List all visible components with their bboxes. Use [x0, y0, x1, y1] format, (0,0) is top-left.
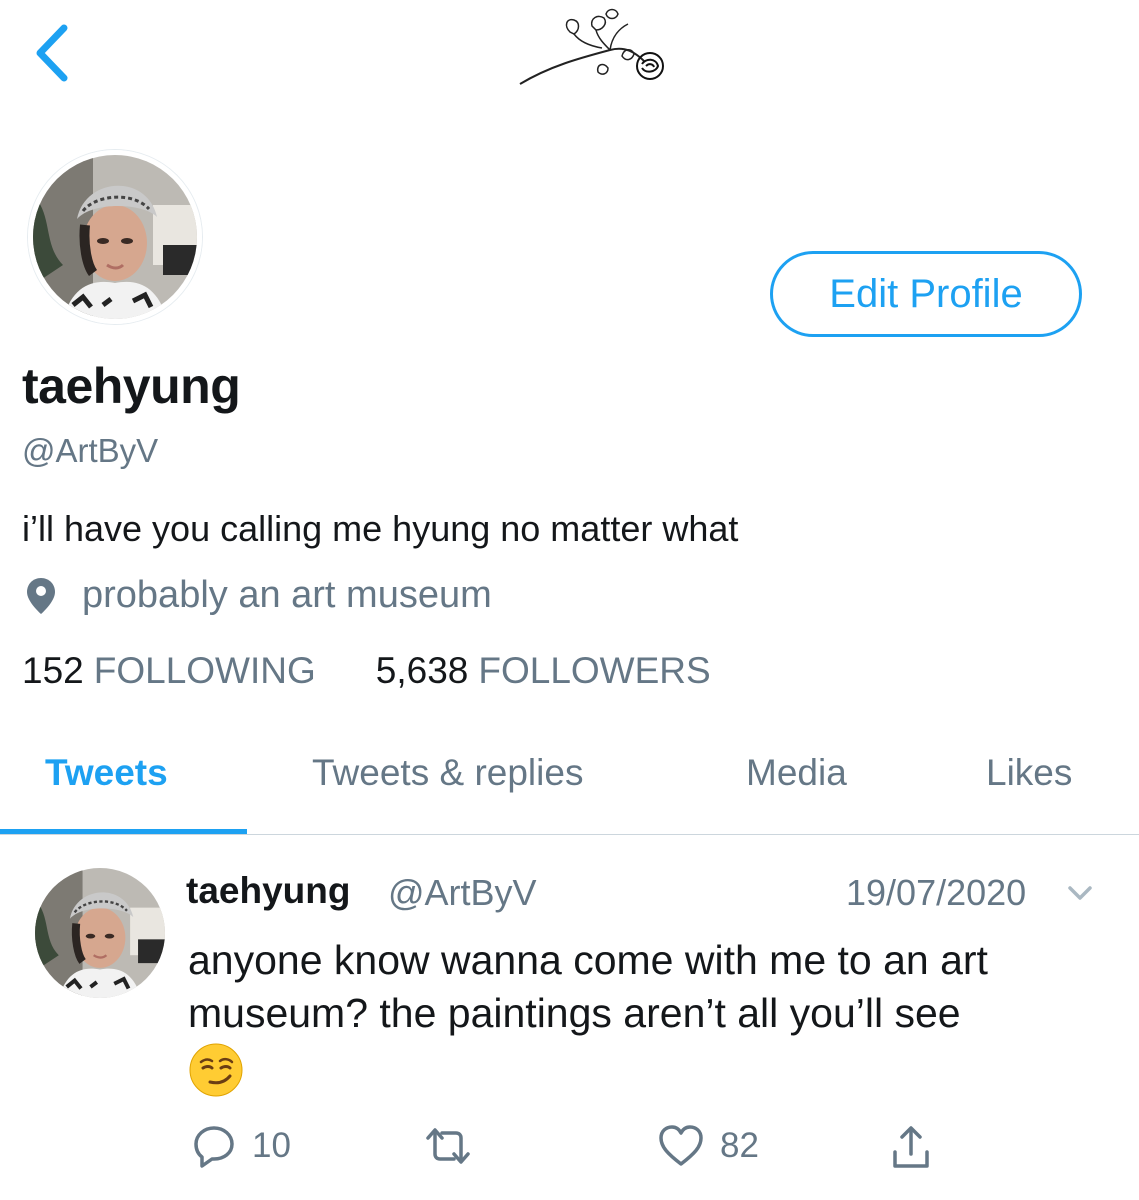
tweet-author-name[interactable]: taehyung	[186, 870, 350, 912]
tab-media[interactable]: Media	[746, 752, 847, 794]
tab-likes[interactable]: Likes	[986, 752, 1072, 794]
following-label: FOLLOWING	[93, 650, 316, 691]
tweet-text: anyone know wanna come with me to an art…	[188, 937, 988, 1036]
profile-location: probably an art museum	[22, 574, 492, 617]
smirking-face-emoji	[188, 1042, 244, 1098]
followers-count: 5,638	[375, 650, 469, 691]
chevron-down-icon	[1068, 886, 1092, 900]
followers-label: FOLLOWERS	[478, 650, 711, 691]
profile-bio: i’ll have you calling me hyung no matter…	[22, 508, 739, 549]
heart-icon	[659, 1125, 703, 1166]
profile-avatar[interactable]	[28, 150, 202, 324]
rose-sketch-decoration	[510, 6, 675, 94]
following-count: 152	[22, 650, 84, 691]
reply-icon	[194, 1126, 234, 1168]
following-stat[interactable]: 152 FOLLOWING	[22, 650, 316, 692]
reply-button[interactable]: 10	[192, 1124, 291, 1168]
profile-tabs: Tweets Tweets & replies Media Likes	[0, 730, 1139, 835]
tweet-menu-button[interactable]	[1062, 878, 1098, 908]
profile-handle: @ArtByV	[22, 432, 159, 469]
tab-tweets-replies[interactable]: Tweets & replies	[312, 752, 583, 794]
tweet-author-handle: @ArtByV	[388, 872, 537, 913]
back-button[interactable]	[28, 22, 80, 84]
reply-count: 10	[252, 1126, 291, 1165]
tab-tweets[interactable]: Tweets	[45, 752, 168, 794]
share-button[interactable]	[890, 1124, 932, 1170]
retweet-button[interactable]	[422, 1124, 474, 1168]
edit-profile-button[interactable]: Edit Profile	[770, 251, 1082, 337]
profile-display-name: taehyung	[22, 358, 241, 414]
chevron-left-icon	[36, 24, 68, 82]
profile-stats: 152 FOLLOWING 5,638 FOLLOWERS	[22, 650, 711, 692]
retweet-icon	[426, 1128, 470, 1164]
tweet-avatar[interactable]	[35, 868, 165, 998]
tweet-date: 19/07/2020	[846, 872, 1027, 913]
like-button[interactable]: 82	[658, 1124, 759, 1168]
location-text: probably an art museum	[82, 574, 492, 616]
like-count: 82	[720, 1126, 759, 1165]
share-icon	[893, 1126, 929, 1168]
followers-stat[interactable]: 5,638 FOLLOWERS	[376, 650, 711, 692]
location-pin-icon	[27, 577, 55, 614]
active-tab-indicator	[0, 829, 247, 834]
